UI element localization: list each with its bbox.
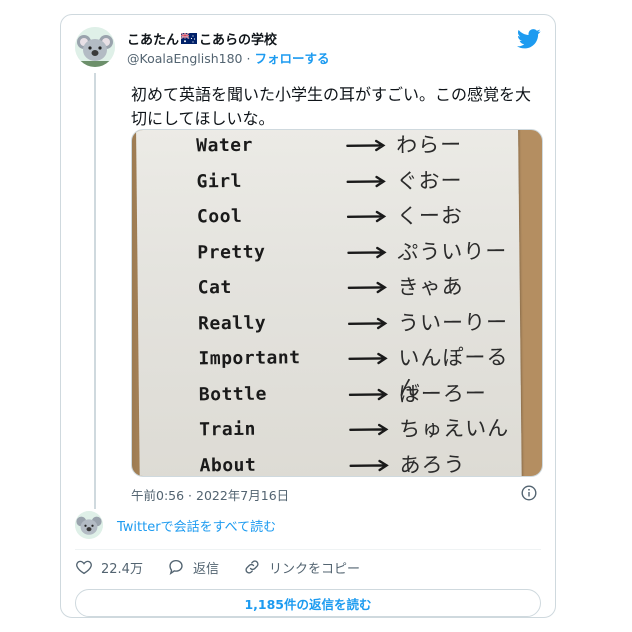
tweet-card: こあたん こあらの学校 @KoalaEnglish180 · フォローする 初め… (60, 14, 556, 618)
read-conversation-row[interactable]: Twitterで会話をすべて読む (75, 509, 276, 541)
paper-sheet: Water わらー Girl ぐおー Cool くーお Pretty ぷういりー Cat きゃあ R… (136, 130, 522, 476)
word-row: Cat きゃあ (198, 268, 528, 307)
koala-icon (75, 27, 115, 67)
english-word: Cool (196, 205, 243, 228)
japanese-transcription: ちゅえいん (399, 416, 510, 442)
right-arrow-icon (346, 175, 386, 187)
right-arrow-icon (349, 459, 389, 471)
info-icon[interactable] (521, 485, 537, 501)
right-arrow-icon (347, 246, 387, 258)
heart-icon (76, 560, 92, 575)
right-arrow-icon (349, 423, 389, 436)
author-handle[interactable]: @KoalaEnglish180 (127, 51, 243, 66)
english-word: Train (199, 418, 257, 441)
word-row: Train ちゅえいん (199, 410, 529, 449)
word-list: Water わらー Girl ぐおー Cool くーお Pretty ぷういりー Cat きゃあ R… (196, 130, 530, 477)
japanese-transcription: ぐおー (396, 168, 463, 193)
word-row: Important いんぽーるん (198, 339, 528, 400)
english-word: Cat (197, 277, 232, 299)
word-row: Really ういーりー (198, 303, 528, 342)
tweet-text: 初めて英語を聞いた小学生の耳がすごい。この感覚を大切にしてほしいな。 (131, 85, 532, 128)
japanese-transcription: ういーりー (397, 309, 509, 335)
word-row: Cool くーお (197, 197, 527, 236)
right-arrow-icon (348, 352, 388, 365)
author-handle-line: @KoalaEnglish180 · フォローする (127, 48, 329, 67)
word-row: Girl ぐおー (196, 161, 526, 200)
follow-button[interactable]: フォローする (254, 51, 329, 66)
author-avatar-small (75, 511, 103, 539)
reply-bubble-icon (169, 559, 183, 575)
twitter-bird-icon[interactable] (517, 29, 541, 49)
read-conversation-link[interactable]: Twitterで会話をすべて読む (117, 516, 276, 535)
right-arrow-icon (348, 317, 388, 329)
right-arrow-icon (346, 139, 386, 152)
japanese-transcription: わらー (396, 132, 463, 158)
copy-link-label: リンクをコピー (268, 561, 360, 577)
word-row: Pretty ぷういりー (197, 232, 527, 271)
read-replies-button[interactable]: 1,185件の返信を読む (75, 589, 541, 617)
right-arrow-icon (346, 210, 387, 223)
english-word: Pretty (197, 241, 266, 263)
like-button[interactable]: 22.4万 (75, 558, 143, 577)
reply-button[interactable]: 返信 (167, 558, 219, 577)
word-row: About あろう (199, 445, 529, 477)
japanese-transcription: ばーろー (398, 380, 487, 406)
english-word: About (199, 454, 257, 476)
australia-flag-icon (181, 33, 198, 44)
display-name-part1: こあたん (127, 33, 180, 48)
tweet-timestamp[interactable]: 午前0:56 · 2022年7月16日 (131, 485, 289, 504)
right-arrow-icon (347, 281, 387, 294)
word-row: Water わらー (196, 130, 526, 165)
english-word: Important (198, 347, 301, 370)
english-word: Water (196, 134, 254, 157)
word-row: Bottle ばーろー (199, 374, 529, 413)
japanese-transcription: くーお (396, 203, 464, 229)
divider (75, 549, 541, 550)
reply-label: 返信 (192, 561, 219, 577)
right-arrow-icon (348, 388, 389, 400)
koala-icon (75, 511, 103, 539)
display-name-part2: こあらの学校 (199, 33, 278, 48)
english-word: Really (197, 312, 267, 334)
author-avatar[interactable] (75, 27, 115, 67)
japanese-transcription: きゃあ (397, 274, 464, 300)
copy-link-button[interactable]: リンクをコピー (243, 558, 360, 577)
like-count: 22.4万 (101, 561, 143, 577)
japanese-transcription: あろう (399, 452, 466, 477)
author-name[interactable]: こあたん こあらの学校 (127, 29, 277, 48)
tweet-photo[interactable]: Water わらー Girl ぐおー Cool くーお Pretty ぷういりー Cat きゃあ R… (131, 129, 543, 477)
action-bar: 22.4万 返信 リンクをコピー (75, 553, 384, 581)
link-icon (245, 560, 259, 574)
english-word: Bottle (198, 383, 267, 405)
separator: · (246, 51, 251, 66)
thread-line (94, 73, 96, 509)
japanese-transcription: ぷういりー (397, 238, 508, 264)
english-word: Girl (196, 170, 243, 192)
